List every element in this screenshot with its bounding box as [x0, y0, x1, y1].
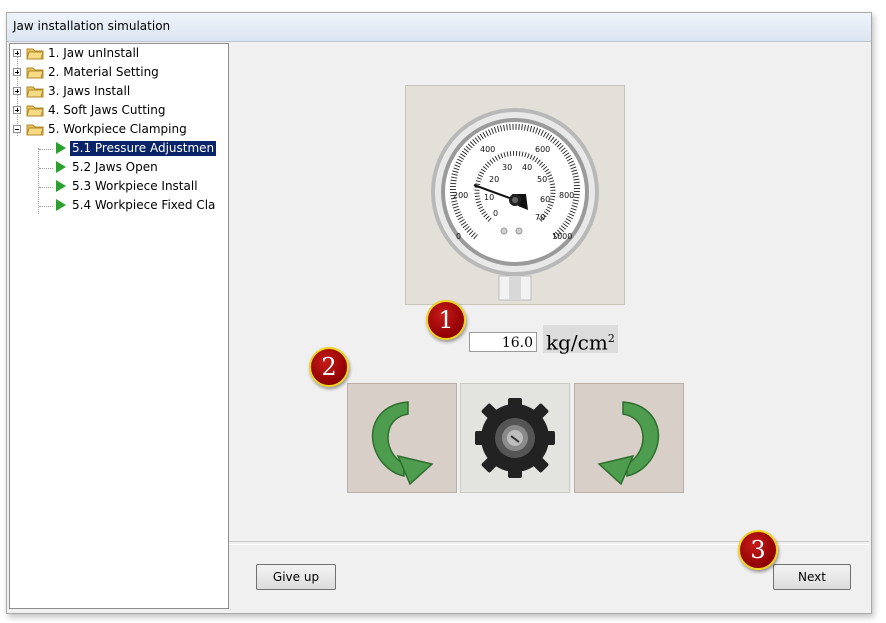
- rotate-clockwise-icon: [597, 401, 660, 486]
- window-title: Jaw installation simulation: [13, 19, 171, 33]
- gauge-tick-label: 400: [480, 145, 495, 154]
- callout-marker-1: 1: [426, 300, 466, 340]
- play-icon: [56, 161, 66, 173]
- folder-icon: [26, 48, 44, 60]
- pressure-value-field: 16.0: [469, 332, 537, 352]
- gauge-tick-label: 200: [453, 191, 468, 200]
- callout-marker-3: 3: [738, 530, 778, 570]
- tree-item-label: 5.3 Workpiece Install: [72, 179, 198, 193]
- rotate-left-button[interactable]: [347, 383, 457, 493]
- tree-item-soft-jaws-cutting[interactable]: 4. Soft Jaws Cutting: [10, 101, 228, 120]
- pressure-gauge: 0 200 400 600 800 1000 0 10 20 30 40 50 …: [405, 85, 625, 305]
- play-icon: [56, 199, 66, 211]
- folder-icon: [26, 105, 44, 117]
- expand-icon[interactable]: [13, 87, 21, 95]
- collapse-icon[interactable]: [13, 125, 21, 133]
- gauge-tick-label: 20: [489, 175, 499, 184]
- gauge-tick-label: 70: [535, 213, 545, 222]
- gauge-tick-label: 60: [540, 195, 550, 204]
- tree-item-pressure-adjustment[interactable]: 5.1 Pressure Adjustmen: [10, 139, 228, 158]
- gauge-tick-label: 800: [559, 191, 574, 200]
- rotate-right-button[interactable]: [574, 383, 684, 493]
- gauge-tick-label: 30: [502, 163, 512, 172]
- folder-icon: [26, 86, 44, 98]
- tree-item-label: 5.2 Jaws Open: [72, 160, 158, 174]
- expand-icon[interactable]: [13, 49, 21, 57]
- gauge-tick-label: 40: [522, 163, 532, 172]
- tree-item-jaw-uninstall[interactable]: 1. Jaw unInstall: [10, 44, 228, 63]
- tree-item-label: 5. Workpiece Clamping: [48, 122, 187, 136]
- tree-item-workpiece-fixed-clamping[interactable]: 5.4 Workpiece Fixed Cla: [10, 196, 228, 215]
- gauge-tick-label: 0: [493, 209, 498, 218]
- main-panel: 0 200 400 600 800 1000 0 10 20 30 40 50 …: [229, 43, 869, 543]
- callout-marker-2: 2: [309, 347, 349, 387]
- tree-item-label: 3. Jaws Install: [48, 84, 131, 98]
- tree-item-jaws-open[interactable]: 5.2 Jaws Open: [10, 158, 228, 177]
- gauge-tick-label: 10: [484, 193, 494, 202]
- play-icon: [56, 180, 66, 192]
- tree-item-jaws-install[interactable]: 3. Jaws Install: [10, 82, 228, 101]
- unit-text: kg/cm: [546, 330, 608, 355]
- tree-item-workpiece-install[interactable]: 5.3 Workpiece Install: [10, 177, 228, 196]
- title-bar: Jaw installation simulation: [7, 13, 871, 42]
- give-up-button[interactable]: Give up: [256, 564, 336, 590]
- tree-item-label: 2. Material Setting: [48, 65, 159, 79]
- tree-item-label: 5.1 Pressure Adjustmen: [70, 141, 217, 156]
- gauge-tick-label: 600: [535, 145, 550, 154]
- pressure-unit: kg/cm2: [543, 325, 618, 355]
- gauge-tick-label: 1000: [552, 232, 572, 241]
- unit-exponent: 2: [607, 332, 615, 345]
- pressure-knob[interactable]: [460, 383, 570, 493]
- tree-item-workpiece-clamping[interactable]: 5. Workpiece Clamping: [10, 120, 228, 139]
- open-folder-icon: [26, 124, 44, 136]
- next-button[interactable]: Next: [773, 564, 851, 590]
- gauge-dial-icon: 0 200 400 600 800 1000 0 10 20 30 40 50 …: [431, 108, 599, 301]
- folder-icon: [26, 67, 44, 79]
- tree-item-label: 1. Jaw unInstall: [48, 46, 140, 60]
- tree-item-label: 4. Soft Jaws Cutting: [48, 103, 166, 117]
- gauge-tick-label: 50: [537, 175, 547, 184]
- rotate-counterclockwise-icon: [371, 401, 434, 486]
- step-tree[interactable]: 1. Jaw unInstall 2. Material Setting 3. …: [9, 43, 229, 609]
- expand-icon[interactable]: [13, 68, 21, 76]
- play-icon: [56, 142, 66, 154]
- gauge-tick-label: 0: [456, 232, 461, 241]
- expand-icon[interactable]: [13, 106, 21, 114]
- tree-item-label: 5.4 Workpiece Fixed Cla: [72, 198, 216, 212]
- tree-item-material-setting[interactable]: 2. Material Setting: [10, 63, 228, 82]
- knob-icon: [475, 398, 555, 478]
